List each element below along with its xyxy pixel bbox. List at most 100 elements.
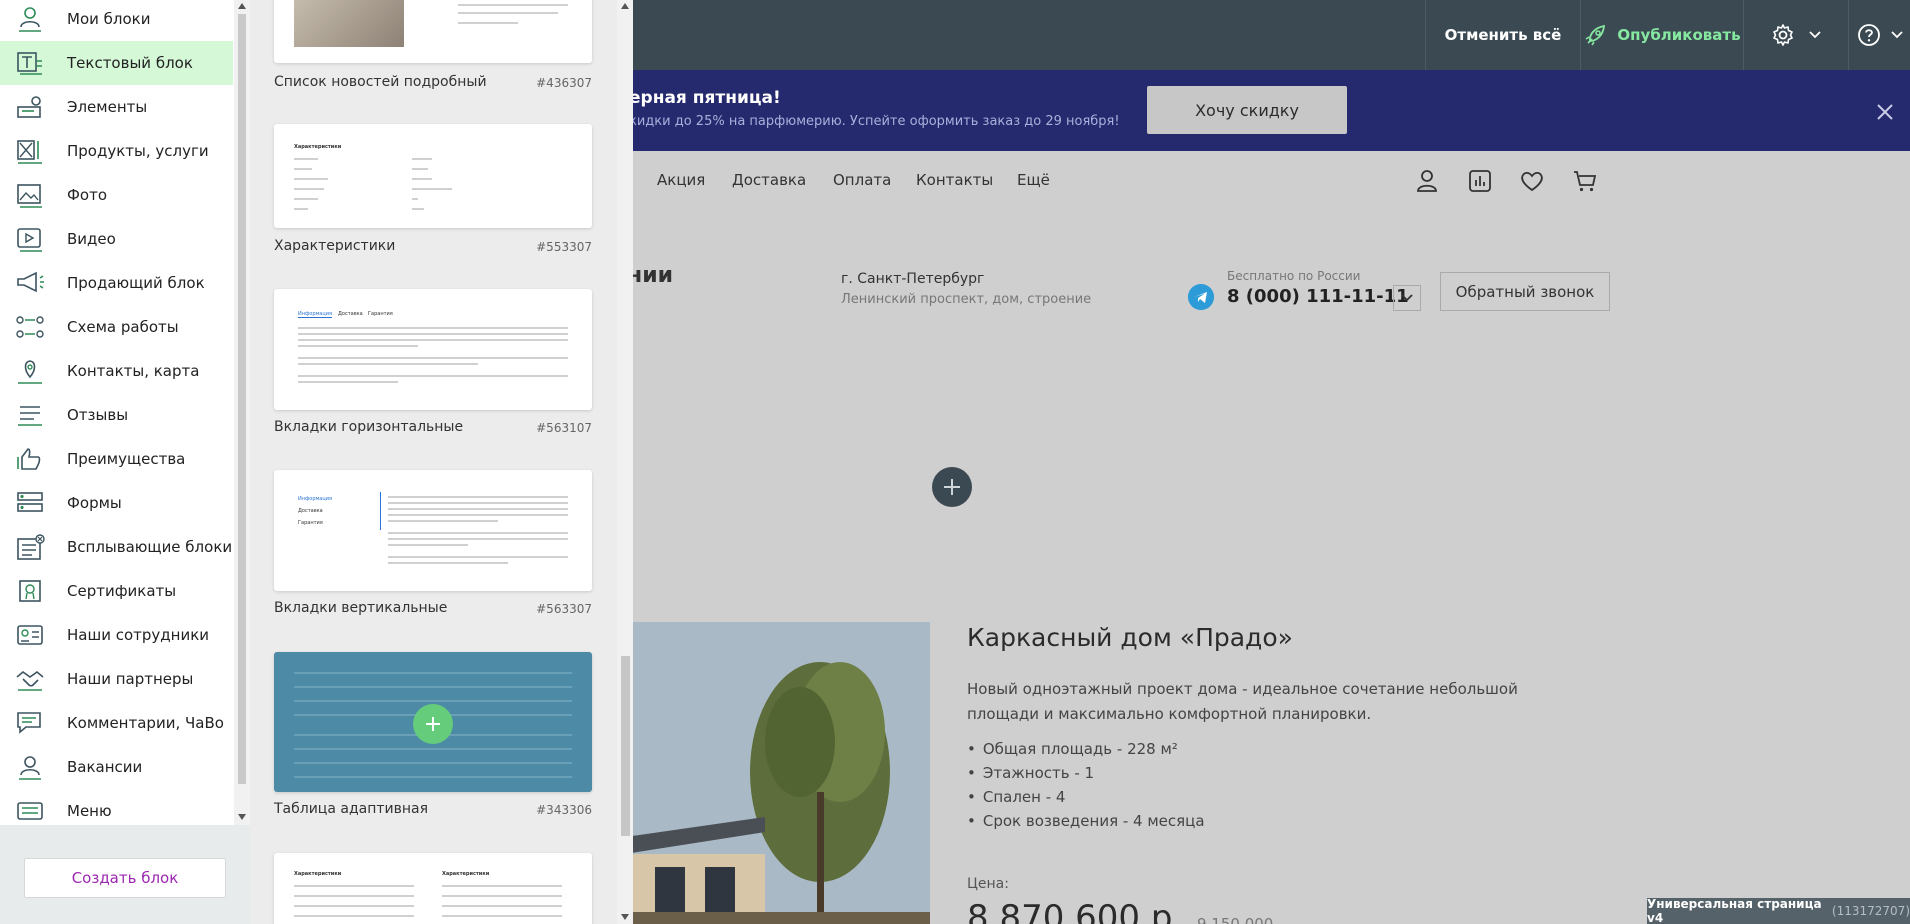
thumb-tab-warranty: Гарантия <box>368 311 393 317</box>
product-photo <box>625 622 930 924</box>
thumb-tab-info: Информация <box>298 311 333 318</box>
house-illustration <box>625 622 930 924</box>
nav-link-promo[interactable]: Акция <box>657 171 705 189</box>
category-list: Мои блоки Текстовый блок Элементы Продукты,… <box>0 0 233 825</box>
sidebar-item[interactable]: Меню <box>0 789 233 825</box>
block-card-table-adaptive[interactable] <box>274 652 592 792</box>
form-icon <box>17 492 43 512</box>
sidebar-item[interactable]: Фото <box>0 173 233 217</box>
sidebar-item[interactable]: Продукты, услуги <box>0 129 233 173</box>
scroll-up-icon[interactable] <box>238 3 246 9</box>
block-card-tabs-horizontal[interactable]: Информация Доставка Гарантия <box>274 289 592 410</box>
sidebar-item[interactable]: Контакты, карта <box>0 349 233 393</box>
sidebar-item[interactable]: Сертификаты <box>0 569 233 613</box>
sidebar-item[interactable]: Наши сотрудники <box>0 613 233 657</box>
price: 8 870 600 р. <box>967 898 1184 924</box>
spec-item: Этажность - 1 <box>967 764 1205 788</box>
sidebar-item-label: Формы <box>67 494 122 512</box>
promo-discount-button[interactable]: Хочу скидку <box>1147 86 1347 134</box>
products-icon <box>17 140 42 164</box>
nav-link-contacts[interactable]: Контакты <box>916 171 993 189</box>
reviews-icon <box>18 406 42 426</box>
block-card-table-characteristics[interactable]: Характеристики Характеристики <box>274 853 592 924</box>
gallery-scrollbar[interactable] <box>617 0 633 924</box>
user-icon[interactable] <box>1413 167 1441 195</box>
sidebar-item-label: Мои блоки <box>67 10 151 28</box>
add-block-button[interactable] <box>932 467 972 507</box>
product-description: Новый одноэтажный проект дома - идеально… <box>967 680 1518 723</box>
block-card-news[interactable] <box>274 0 592 63</box>
sidebar-item[interactable]: Продающий блок <box>0 261 233 305</box>
cart-icon[interactable] <box>1571 167 1599 195</box>
sidebar-item[interactable]: Элементы <box>0 85 233 129</box>
sidebar-item[interactable]: Видео <box>0 217 233 261</box>
question-icon <box>1857 24 1880 46</box>
heart-icon[interactable] <box>1518 167 1546 195</box>
sidebar-item-label: Видео <box>67 230 116 248</box>
nav-link-payment[interactable]: Оплата <box>833 171 891 189</box>
chevron-down-icon <box>1401 294 1413 302</box>
sidebar-item-label: Наши сотрудники <box>67 626 210 644</box>
nav-link-more[interactable]: Ещё <box>1017 171 1050 189</box>
workflow-icon <box>16 316 44 338</box>
create-block-button[interactable]: Создать блок <box>24 858 226 898</box>
gallery-scroll-thumb[interactable] <box>621 656 630 836</box>
sidebar-item-label: Продающий блок <box>67 274 205 292</box>
block-card-title: Вкладки горизонтальные <box>274 419 464 435</box>
nav-link-delivery[interactable]: Доставка <box>732 171 806 189</box>
sidebar-item[interactable]: Мои блоки <box>0 0 233 41</box>
sidebar-item[interactable]: Преимущества <box>0 437 233 481</box>
close-icon[interactable] <box>1873 100 1897 124</box>
block-card-characteristics[interactable]: Характеристики <box>274 124 592 228</box>
vacancy-icon <box>19 756 41 780</box>
block-card-id: #343306 <box>536 803 592 817</box>
help-button[interactable] <box>1848 0 1910 70</box>
megaphone-icon <box>17 271 44 293</box>
phone-dropdown[interactable] <box>1393 285 1421 311</box>
sidebar-item[interactable]: Отзывы <box>0 393 233 437</box>
undo-all-button[interactable]: Отменить всё <box>1425 0 1580 70</box>
page-badge[interactable]: Универсальная страница v4 (113172707) <box>1647 897 1910 924</box>
thumb-heading: Характеристики <box>294 144 342 150</box>
spec-item: Общая площадь - 228 м² <box>967 740 1205 764</box>
promo-title: ерная пятница! <box>629 88 781 108</box>
sidebar-item[interactable]: Комментарии, ЧаВо <box>0 701 233 745</box>
block-card-id: #553307 <box>536 240 592 254</box>
telegram-icon[interactable] <box>1188 284 1214 310</box>
handshake-icon <box>16 670 44 691</box>
company-name: нии <box>627 263 674 288</box>
rocket-icon <box>1585 24 1606 46</box>
sidebar-item-label: Схема работы <box>67 318 179 336</box>
sidebar-item[interactable]: Вакансии <box>0 745 233 789</box>
sidebar-item[interactable]: Всплывающие блоки <box>0 525 233 569</box>
callback-button[interactable]: Обратный звонок <box>1440 272 1610 311</box>
scroll-up-icon[interactable] <box>621 3 629 9</box>
plus-icon <box>426 717 440 731</box>
page-id: (113172707) <box>1831 904 1910 918</box>
free-call-label: Бесплатно по России <box>1227 269 1361 283</box>
publish-button[interactable]: Опубликовать <box>1580 0 1743 70</box>
block-card-tabs-vertical[interactable]: Информация Доставка Гарантия <box>274 470 592 591</box>
scroll-down-icon[interactable] <box>238 814 246 820</box>
certificate-icon <box>19 580 41 602</box>
sidebar-item[interactable]: Схема работы <box>0 305 233 349</box>
phone-number[interactable]: 8 (000) 111-11-11 <box>1227 286 1409 307</box>
block-card-id: #563307 <box>536 602 592 616</box>
chevron-down-icon <box>1809 31 1821 39</box>
category-scroll-thumb[interactable] <box>238 14 246 784</box>
settings-button[interactable] <box>1743 0 1848 70</box>
city: г. Санкт-Петербург <box>841 271 985 287</box>
scroll-down-icon[interactable] <box>621 914 629 920</box>
sidebar-item[interactable]: Текстовый блок <box>0 41 233 85</box>
block-card-title: Характеристики <box>274 238 396 254</box>
sidebar-item[interactable]: Наши партнеры <box>0 657 233 701</box>
map-pin-icon <box>18 360 42 384</box>
sidebar-item[interactable]: Формы <box>0 481 233 525</box>
sidebar-item-label: Преимущества <box>67 450 186 468</box>
user-icon <box>19 7 41 32</box>
sidebar-item-label: Фото <box>67 186 108 204</box>
add-block-button[interactable] <box>413 704 453 744</box>
chart-icon[interactable] <box>1466 167 1494 195</box>
photo-icon <box>17 184 42 208</box>
category-scrollbar[interactable] <box>234 0 250 825</box>
